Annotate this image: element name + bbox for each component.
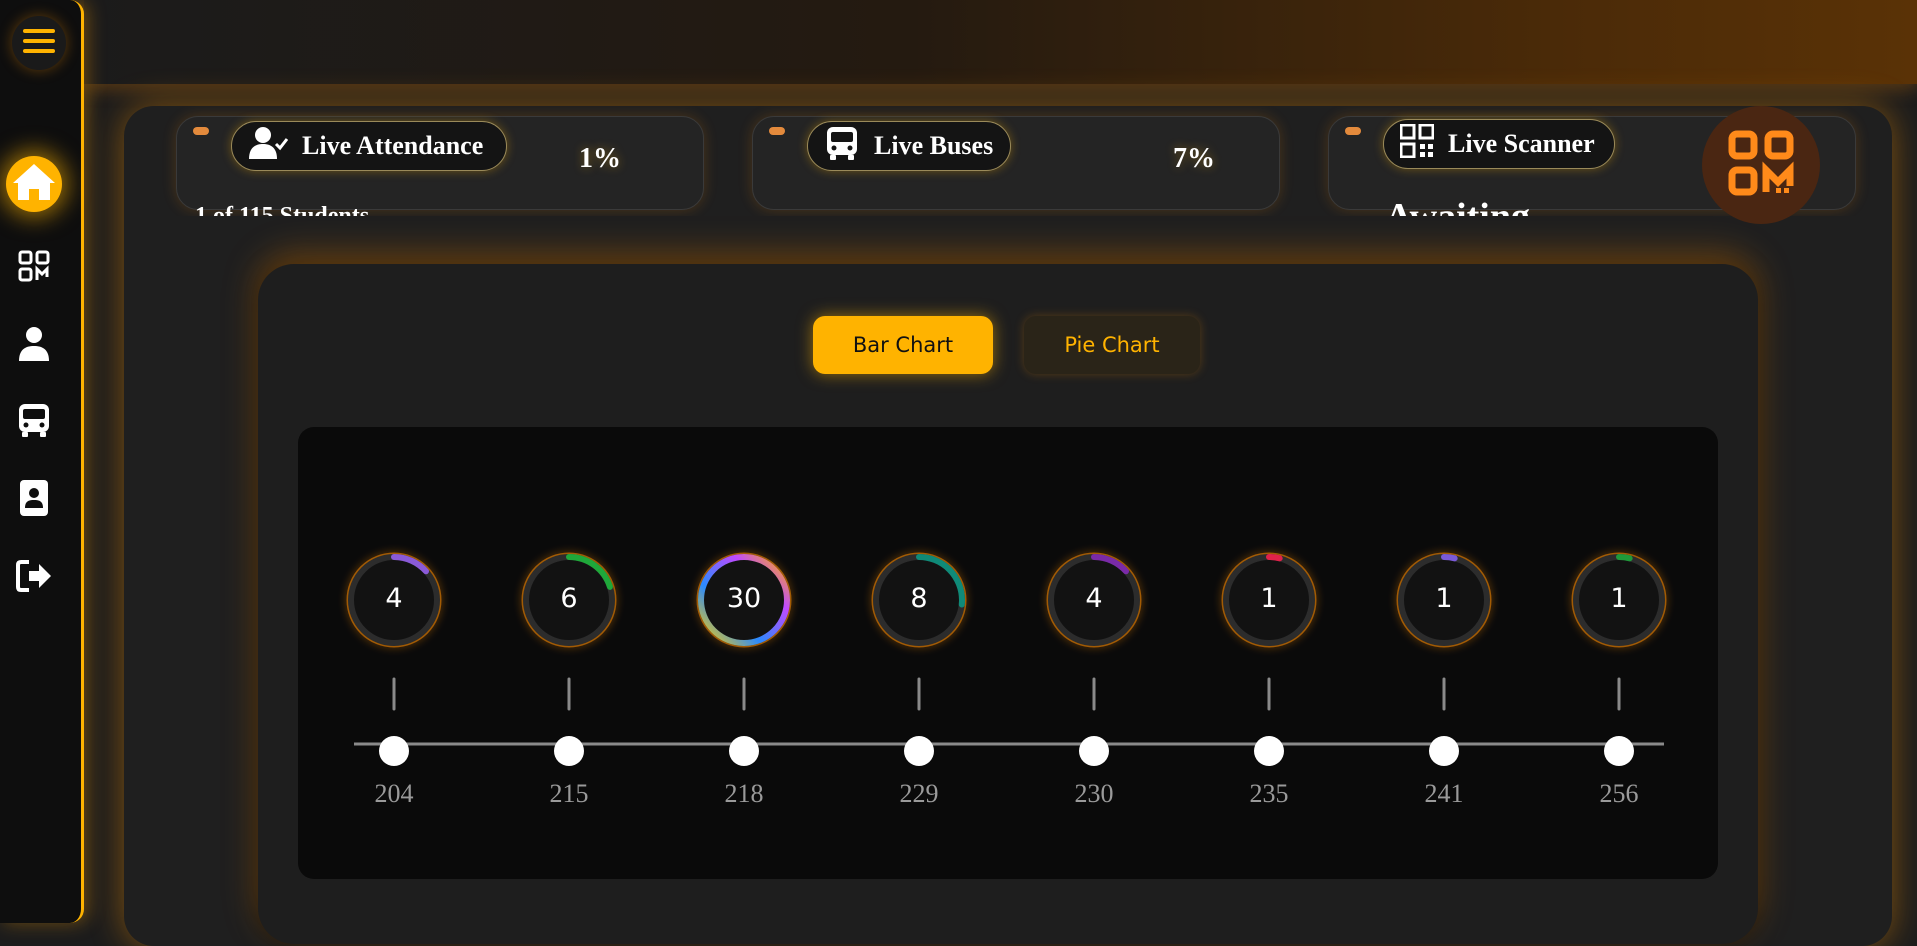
user-icon	[18, 326, 50, 367]
data-label: 1	[1260, 583, 1278, 614]
scanner-qr-button[interactable]	[1702, 106, 1820, 224]
data-label: 8	[910, 583, 928, 614]
x-tick-label: 218	[724, 779, 764, 808]
attendance-subtitle: 1 of 115 Students	[195, 203, 370, 216]
axis-node	[379, 736, 409, 766]
live-scanner-pill: Live Scanner	[1383, 119, 1615, 169]
home-icon	[11, 162, 57, 207]
data-label: 6	[560, 583, 578, 614]
axis-node	[1604, 736, 1634, 766]
nav-buses[interactable]	[6, 394, 62, 450]
x-tick-label: 215	[549, 779, 589, 808]
axis-node	[1429, 736, 1459, 766]
attendance-percent: 1%	[579, 143, 621, 174]
menu-button[interactable]	[12, 16, 66, 70]
live-attendance-pill: Live Attendance	[231, 121, 507, 171]
live-attendance-card[interactable]: Live Attendance 1% 1 of 115 Students	[176, 116, 704, 216]
nav-qr-scanner[interactable]	[6, 240, 62, 296]
bar-chart-toggle[interactable]: Bar Chart	[813, 316, 993, 374]
nav-home[interactable]	[6, 156, 62, 212]
buses-percent: 7%	[1173, 143, 1215, 174]
axis-node	[1254, 736, 1284, 766]
scanner-status: Awaiting	[1385, 195, 1530, 216]
x-tick-label: 256	[1599, 779, 1639, 808]
top-header-bar	[84, 0, 1917, 84]
x-tick-label: 204	[374, 779, 414, 808]
qr-code-icon	[1728, 130, 1794, 201]
data-label: 1	[1610, 583, 1628, 614]
live-buses-card[interactable]: Live Buses 7%	[752, 116, 1280, 210]
logout-icon	[15, 559, 53, 598]
stat-cards: Live Attendance 1% 1 of 115 Students Liv…	[124, 106, 1892, 216]
sidebar	[0, 0, 84, 923]
axis-node	[1079, 736, 1109, 766]
live-buses-title: Live Buses	[874, 131, 994, 160]
x-tick-label: 235	[1249, 779, 1289, 808]
x-tick-label: 230	[1074, 779, 1114, 808]
qr-code-icon	[18, 250, 50, 287]
live-attendance-title: Live Attendance	[302, 131, 484, 160]
nav-students[interactable]	[6, 318, 62, 374]
id-card-icon	[19, 479, 49, 522]
axis-node	[554, 736, 584, 766]
axis-node	[904, 736, 934, 766]
hamburger-icon	[23, 27, 55, 60]
bus-icon	[16, 402, 52, 443]
live-buses-pill: Live Buses	[807, 121, 1011, 171]
chart-plot-area: 4 204 6 215 30 218 8 229 4 230 1 235 1 241 1 256	[298, 427, 1718, 879]
x-tick-label: 229	[899, 779, 939, 808]
card-indicator-dot	[769, 127, 785, 135]
data-label: 1	[1435, 583, 1453, 614]
data-label: 4	[1085, 583, 1103, 614]
x-tick-label: 241	[1424, 779, 1464, 808]
qr-code-icon	[1399, 123, 1435, 165]
chart-card: Bar Chart Pie Chart 4 204 6 215 30 218 8 229 4 23…	[258, 264, 1758, 944]
axis-node	[729, 736, 759, 766]
bus-icon	[824, 125, 860, 168]
user-check-icon	[248, 126, 289, 167]
data-label: 30	[726, 583, 762, 614]
card-indicator-dot	[1345, 127, 1361, 135]
nav-logout[interactable]	[6, 550, 62, 606]
data-label: 4	[385, 583, 403, 614]
nav-id-cards[interactable]	[6, 472, 62, 528]
live-scanner-title: Live Scanner	[1448, 129, 1595, 158]
card-indicator-dot	[193, 127, 209, 135]
chart-svg	[346, 552, 1667, 766]
pie-chart-toggle[interactable]: Pie Chart	[1024, 316, 1200, 374]
